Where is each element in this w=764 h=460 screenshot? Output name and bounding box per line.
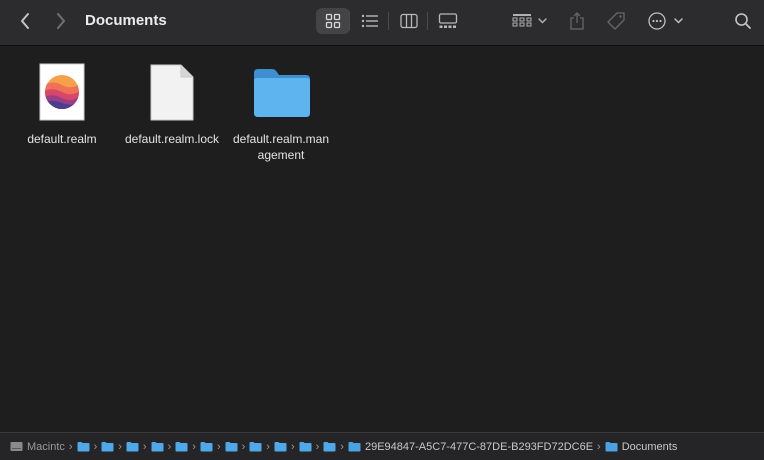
path-separator: › <box>290 440 295 453</box>
folder-icon <box>126 442 139 452</box>
path-bar: Macintc › › › › › › › › › › › › 29E94847-A5C7-477C… <box>0 432 764 460</box>
list-view-button[interactable] <box>353 8 387 34</box>
column-view-button[interactable] <box>392 8 426 34</box>
gallery-view-button[interactable] <box>431 8 465 34</box>
icon-view-button[interactable] <box>316 8 350 34</box>
tag-icon <box>607 12 625 30</box>
window-title: Documents <box>85 12 167 29</box>
toolbar-divider <box>349 12 350 30</box>
path-folder[interactable] <box>323 441 336 452</box>
path-folder[interactable] <box>175 441 188 452</box>
path-folder[interactable] <box>126 441 139 452</box>
toolbar: Documents <box>0 0 764 46</box>
path-folder[interactable] <box>249 441 262 452</box>
folder-icon <box>299 442 312 452</box>
realm-file-icon <box>39 63 85 121</box>
forward-button[interactable] <box>50 9 72 33</box>
tag-button[interactable] <box>604 8 630 34</box>
path-current-label: Documents <box>621 440 678 453</box>
folder-icon <box>348 442 361 452</box>
path-folder[interactable] <box>101 441 114 452</box>
file-item[interactable]: default.realm <box>7 47 117 157</box>
grid-icon <box>325 13 341 29</box>
gallery-icon <box>438 13 458 28</box>
file-item[interactable]: default.realm.lock <box>117 47 227 157</box>
path-separator: › <box>118 440 122 453</box>
folder-icon <box>200 442 213 452</box>
folder-icon <box>254 69 310 117</box>
more-actions-button[interactable] <box>645 8 689 34</box>
group-button[interactable] <box>509 8 551 34</box>
search-button[interactable] <box>731 8 755 34</box>
back-button[interactable] <box>14 9 36 33</box>
share-button[interactable] <box>566 8 588 34</box>
path-folder[interactable] <box>274 441 287 452</box>
chevron-left-icon <box>21 13 29 29</box>
path-separator: › <box>315 440 320 453</box>
share-icon <box>570 12 584 30</box>
group-icon <box>512 14 547 27</box>
path-disk[interactable]: Macintc <box>10 441 65 453</box>
path-parent-folder[interactable]: 29E94847-A5C7-477C-87DE-B293FD72DC6E <box>348 441 593 453</box>
folder-icon <box>249 442 262 452</box>
file-name: default.realm.lock <box>124 132 220 146</box>
toolbar-divider <box>427 12 428 30</box>
folder-icon <box>101 442 114 452</box>
path-hidden-folders: › › › › › › › › › › › <box>65 441 336 453</box>
path-folder[interactable] <box>299 441 312 452</box>
more-icon <box>648 12 683 30</box>
folder-icon <box>323 442 336 452</box>
path-separator: › <box>216 440 221 453</box>
folder-icon <box>151 442 164 452</box>
path-folder[interactable] <box>151 441 164 452</box>
path-current-folder[interactable]: Documents <box>605 440 678 453</box>
path-separator: › <box>142 440 147 453</box>
folder-icon <box>274 442 287 452</box>
search-icon <box>735 13 751 29</box>
path-parent-label: 29E94847-A5C7-477C-87DE-B293FD72DC6E <box>364 440 594 453</box>
file-name: default.realm <box>27 132 97 146</box>
path-separator: › <box>192 440 196 453</box>
hard-disk-icon <box>10 442 23 451</box>
path-folder[interactable] <box>200 441 213 452</box>
folder-icon <box>175 442 188 452</box>
path-folder[interactable] <box>77 441 90 452</box>
list-icon <box>361 14 378 28</box>
document-icon <box>150 64 194 121</box>
toolbar-divider <box>388 12 389 30</box>
path-separator: › <box>167 440 172 453</box>
path-separator: › <box>266 440 270 453</box>
path-separator: › <box>68 440 73 453</box>
path-separator: › <box>93 440 98 453</box>
chevron-right-icon <box>57 13 65 29</box>
columns-icon <box>400 13 418 29</box>
file-item[interactable]: default.realm.man agement <box>226 47 336 167</box>
file-browser-area: default.realm default.realm.lock default… <box>0 47 764 432</box>
path-separator: › <box>241 440 246 453</box>
folder-icon <box>605 442 618 452</box>
folder-icon <box>225 442 238 452</box>
path-folder[interactable] <box>225 441 238 452</box>
path-separator: › <box>340 440 344 453</box>
file-name: default.realm.man agement <box>232 132 330 162</box>
path-disk-label: Macintc <box>27 440 65 453</box>
path-separator: › <box>597 440 601 453</box>
folder-icon <box>77 442 90 452</box>
